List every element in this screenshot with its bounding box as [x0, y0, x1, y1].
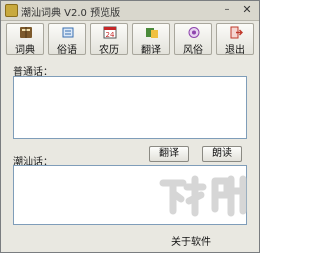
toolbar: 词典 俗语 24 农历 翻译 风俗 退出 — [1, 23, 259, 57]
title-bar[interactable]: 潮汕词典 V2.0 预览版 – ✕ — [1, 1, 259, 21]
proverbs-label: 俗语 — [57, 45, 77, 56]
exit-icon — [230, 26, 243, 39]
calendar-icon: 24 — [103, 26, 117, 39]
read-aloud-button[interactable]: 朗读 — [202, 146, 242, 162]
exit-label: 退出 — [225, 45, 245, 56]
exit-button[interactable]: 退出 — [216, 23, 254, 56]
book-icon — [20, 27, 32, 38]
window-title: 潮汕词典 V2.0 预览版 — [21, 8, 121, 19]
about-link[interactable]: 关于软件 — [171, 233, 211, 248]
dictionary-button[interactable]: 词典 — [6, 23, 44, 56]
app-icon — [5, 4, 18, 17]
customs-button[interactable]: 风俗 — [174, 23, 212, 56]
culture-icon — [188, 27, 200, 38]
calendar-day: 24 — [106, 31, 115, 39]
scroll-icon — [62, 27, 74, 38]
watermark-logo — [159, 175, 247, 217]
dictionary-label: 词典 — [15, 45, 35, 56]
minimize-button[interactable]: – — [221, 4, 233, 15]
lunar-calendar-button[interactable]: 24 农历 — [90, 23, 128, 56]
customs-label: 风俗 — [183, 45, 203, 56]
translate-icon — [146, 28, 158, 38]
translate-button[interactable]: 翻译 — [149, 146, 189, 162]
app-window: 潮汕词典 V2.0 预览版 – ✕ 词典 俗语 24 农历 翻译 风俗 退出 普… — [0, 0, 260, 253]
lunar-calendar-label: 农历 — [99, 45, 119, 56]
proverbs-button[interactable]: 俗语 — [48, 23, 86, 56]
translate-tool-label: 翻译 — [141, 45, 161, 56]
translate-tool-button[interactable]: 翻译 — [132, 23, 170, 56]
close-button[interactable]: ✕ — [241, 4, 253, 15]
mandarin-input[interactable] — [13, 76, 247, 139]
